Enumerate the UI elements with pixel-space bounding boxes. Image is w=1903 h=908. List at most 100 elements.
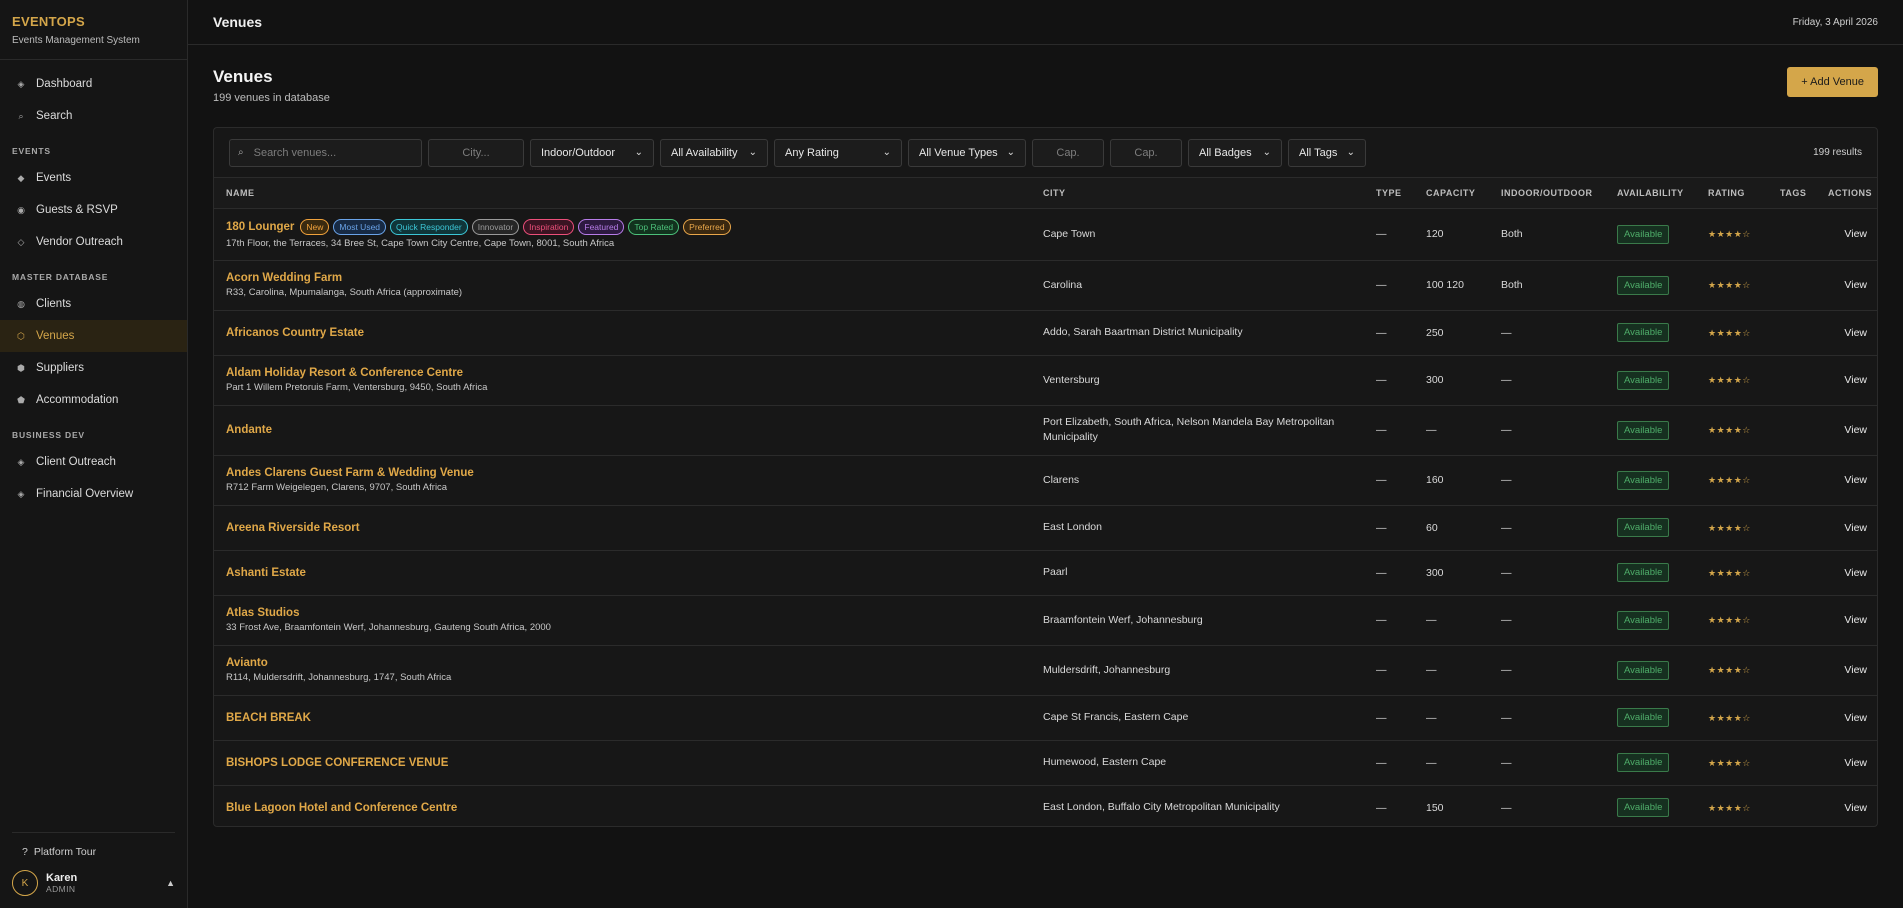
user-menu[interactable]: K Karen ADMIN ▲ — [12, 868, 175, 898]
sidebar-item-guests-rsvp[interactable]: ◉ Guests & RSVP — [0, 194, 187, 226]
view-button[interactable]: View — [1816, 405, 1877, 456]
badges-select[interactable]: All Badges ⌄ — [1188, 138, 1282, 167]
rating-cell: ★★★★☆ — [1696, 695, 1768, 741]
sidebar-item-search[interactable]: ⌕ Search — [0, 100, 187, 132]
chevron-down-icon: ⌄ — [1006, 147, 1015, 158]
venue-name-link[interactable]: BISHOPS LODGE CONFERENCE VENUE — [226, 757, 448, 769]
caret-up-icon[interactable]: ▲ — [166, 878, 175, 888]
view-button[interactable]: View — [1816, 695, 1877, 741]
table-row[interactable]: Atlas Studios 33 Frost Ave, Braamfontein … — [214, 595, 1877, 646]
platform-tour-link[interactable]: ? Platform Tour — [12, 832, 175, 862]
type-cell: — — [1364, 310, 1414, 356]
capacity-max-input[interactable]: Cap. — [1110, 138, 1182, 167]
city-cell: Cape Town — [1031, 208, 1364, 261]
venue-types-select[interactable]: All Venue Types ⌄ — [908, 138, 1026, 167]
rating-cell: ★★★★☆ — [1696, 455, 1768, 506]
table-row[interactable]: Blue Lagoon Hotel and Conference Centre E… — [214, 785, 1877, 826]
chevron-down-icon: ⌄ — [748, 147, 757, 158]
view-button[interactable]: View — [1816, 595, 1877, 646]
venue-name-link[interactable]: Atlas Studios — [226, 607, 299, 619]
search-input[interactable]: ⌕ Search venues... — [229, 138, 422, 167]
badge-list: New Most Used Quick Responder Innovator Insp… — [300, 219, 731, 235]
sidebar-item-venues[interactable]: ⬡ Venues — [0, 320, 187, 352]
sidebar-item-vendor-outreach[interactable]: ◇ Vendor Outreach — [0, 226, 187, 258]
table-row[interactable]: Andes Clarens Guest Farm & Wedding Venue… — [214, 455, 1877, 506]
venue-name-link[interactable]: Areena Riverside Resort — [226, 522, 360, 534]
view-button[interactable]: View — [1816, 355, 1877, 406]
name-cell: BISHOPS LODGE CONFERENCE VENUE — [214, 740, 1031, 786]
rating-select[interactable]: Any Rating ⌄ — [774, 138, 902, 167]
venue-address: R33, Carolina, Mpumalanga, South Africa … — [226, 287, 463, 298]
view-button[interactable]: View — [1816, 260, 1877, 311]
availability-select[interactable]: All Availability ⌄ — [660, 138, 768, 167]
view-button[interactable]: View — [1816, 740, 1877, 786]
venue-name-link[interactable]: Aldam Holiday Resort & Conference Centre — [226, 367, 463, 379]
table-row[interactable]: Areena Riverside Resort East London —60— Av… — [214, 505, 1877, 551]
view-button[interactable]: View — [1816, 550, 1877, 596]
sidebar-item-dashboard[interactable]: ◈ Dashboard — [0, 68, 187, 100]
table-body: 180 Lounger New Most Used Quick Responder In… — [214, 208, 1877, 826]
sidebar-item-events[interactable]: ◆ Events — [0, 162, 187, 194]
topbar-title: Venues — [213, 14, 263, 30]
venue-name-link[interactable]: Acorn Wedding Farm — [226, 272, 342, 284]
tags-cell — [1768, 550, 1816, 596]
table-row[interactable]: Ashanti Estate Paarl —300— Available ★★★★☆ Vi… — [214, 550, 1877, 596]
table-row[interactable]: Avianto R114, Muldersdrift, Johannesburg,… — [214, 645, 1877, 696]
type-cell: — — [1364, 740, 1414, 786]
view-button[interactable]: View — [1816, 310, 1877, 356]
view-button[interactable]: View — [1816, 505, 1877, 551]
rating-cell: ★★★★☆ — [1696, 405, 1768, 456]
table-row[interactable]: Andante Port Elizabeth, South Africa, Nel… — [214, 405, 1877, 456]
view-button[interactable]: View — [1816, 785, 1877, 826]
sidebar-item-client-outreach[interactable]: ◈ Client Outreach — [0, 446, 187, 478]
venue-name-link[interactable]: Andante — [226, 424, 272, 436]
sidebar-item-suppliers[interactable]: ⬢ Suppliers — [0, 352, 187, 384]
brand-subtitle: Events Management System — [12, 35, 140, 46]
tags-select[interactable]: All Tags ⌄ — [1288, 138, 1366, 167]
rating-stars-icon: ★★★★☆ — [1708, 375, 1751, 385]
city-input[interactable]: City... — [428, 138, 524, 167]
rating-cell: ★★★★☆ — [1696, 595, 1768, 646]
results-count: 199 results — [1813, 147, 1862, 158]
table-row[interactable]: BISHOPS LODGE CONFERENCE VENUE Humewood, … — [214, 740, 1877, 786]
capacity-min-input[interactable]: Cap. — [1032, 138, 1104, 167]
view-button[interactable]: View — [1816, 208, 1877, 261]
name-cell: Acorn Wedding Farm R33, Carolina, Mpumala… — [214, 260, 1031, 311]
table-row[interactable]: Africanos Country Estate Addo, Sarah Baar… — [214, 310, 1877, 356]
chevron-down-icon: ⌄ — [634, 147, 643, 158]
sidebar-item-financial-overview[interactable]: ◈ Financial Overview — [0, 478, 187, 510]
city-cell: Carolina — [1031, 260, 1364, 311]
availability-cell: Available — [1605, 405, 1696, 456]
column-header: TAGS — [1768, 178, 1816, 209]
availability-badge: Available — [1617, 370, 1670, 390]
venue-name-link[interactable]: Africanos Country Estate — [226, 327, 364, 339]
rating-stars-icon: ★★★★☆ — [1708, 425, 1751, 435]
column-header: TYPE — [1364, 178, 1414, 209]
rating-cell: ★★★★☆ — [1696, 645, 1768, 696]
venue-name-link[interactable]: Andes Clarens Guest Farm & Wedding Venue — [226, 467, 474, 479]
add-venue-button[interactable]: + Add Venue — [1787, 67, 1878, 97]
venue-name-link[interactable]: Avianto — [226, 657, 268, 669]
venue-address: R712 Farm Weigelegen, Clarens, 9707, Sou… — [226, 482, 448, 493]
table-row[interactable]: 180 Lounger New Most Used Quick Responder In… — [214, 208, 1877, 261]
view-button[interactable]: View — [1816, 455, 1877, 506]
table-row[interactable]: Acorn Wedding Farm R33, Carolina, Mpumala… — [214, 260, 1877, 311]
view-button[interactable]: View — [1816, 645, 1877, 696]
venue-name-link[interactable]: Blue Lagoon Hotel and Conference Centre — [226, 802, 457, 814]
venue-name-link[interactable]: 180 Lounger — [226, 221, 294, 233]
table-row[interactable]: BEACH BREAK Cape St Francis, Eastern Cape… — [214, 695, 1877, 741]
venue-name-link[interactable]: Ashanti Estate — [226, 567, 306, 579]
indoor-outdoor-cell: Both — [1489, 208, 1605, 261]
sidebar-item-accommodation[interactable]: ⬟ Accommodation — [0, 384, 187, 416]
name-cell: Andante — [214, 405, 1031, 456]
city-cell: Addo, Sarah Baartman District Municipali… — [1031, 310, 1364, 356]
availability-badge: Available — [1617, 753, 1670, 772]
rating-stars-icon: ★★★★☆ — [1708, 802, 1751, 813]
sidebar-item-clients[interactable]: ◍ Clients — [0, 288, 187, 320]
table-row[interactable]: Aldam Holiday Resort & Conference Centre… — [214, 355, 1877, 406]
availability-cell: Available — [1605, 695, 1696, 741]
indoor-outdoor-select[interactable]: Indoor/Outdoor ⌄ — [530, 138, 654, 167]
venue-name-link[interactable]: BEACH BREAK — [226, 712, 311, 724]
content: Venues 199 venues in database + Add Venu… — [188, 45, 1903, 827]
brand-title: EVENTOPS — [12, 14, 85, 29]
